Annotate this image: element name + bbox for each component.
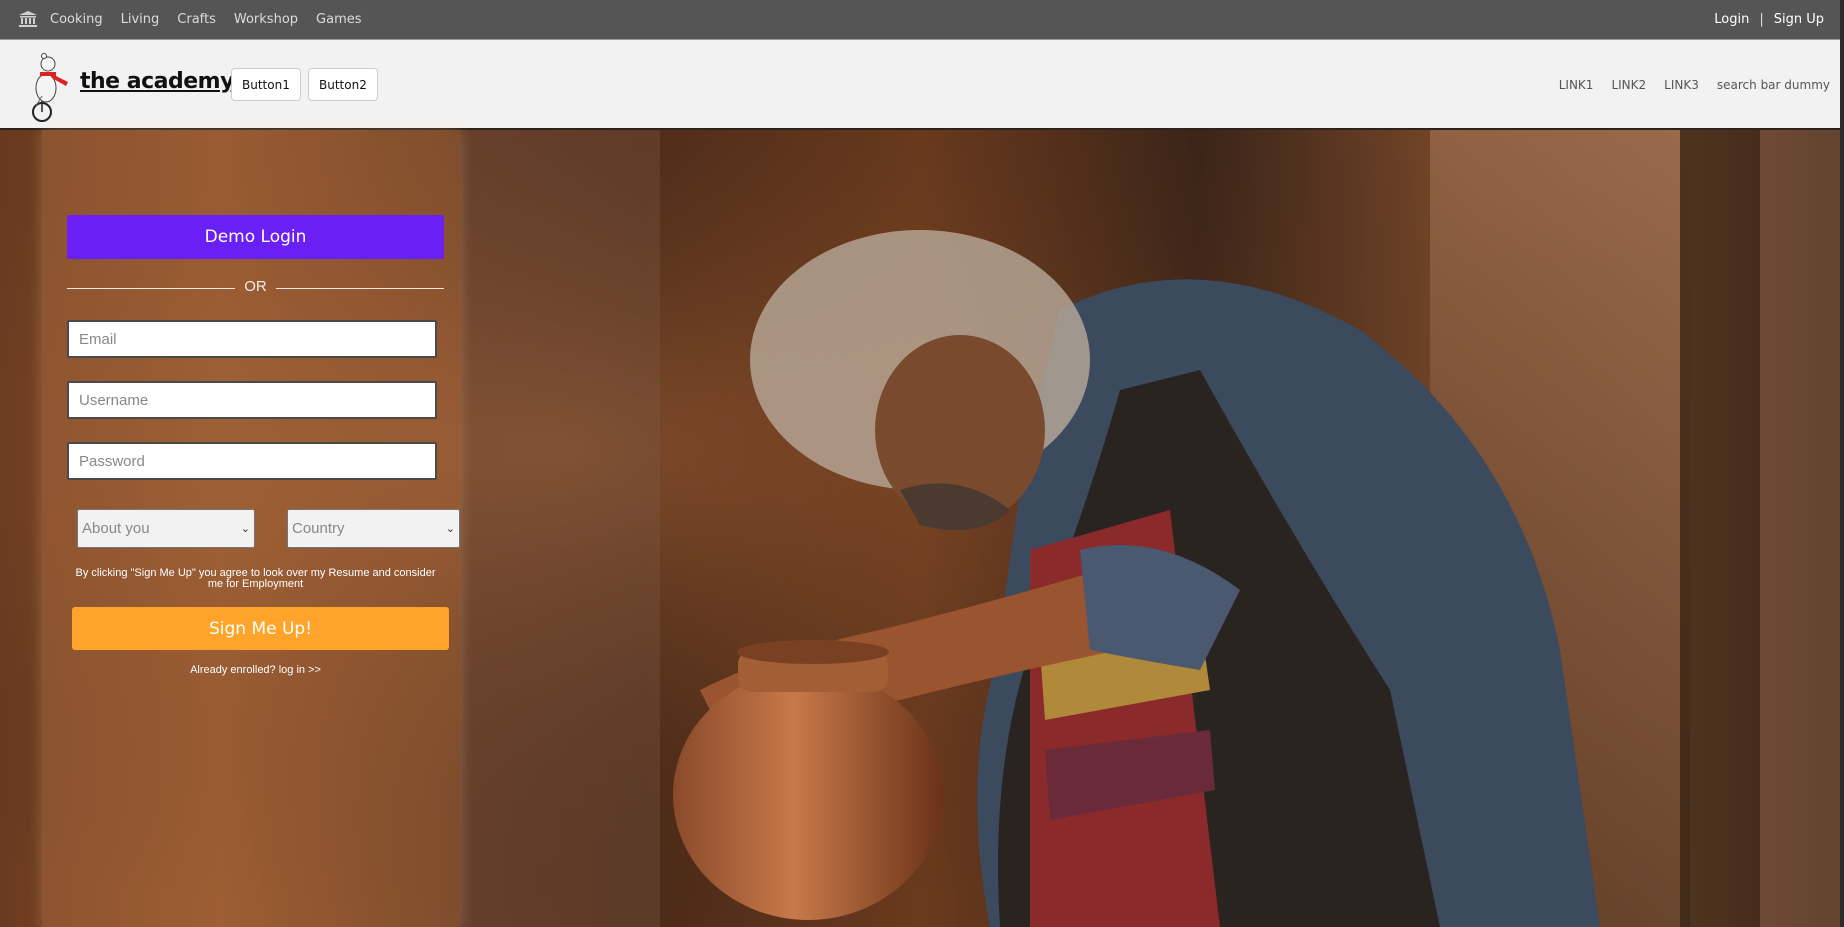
brand-title[interactable]: the academy [80, 69, 234, 94]
chevron-down-icon: ⌄ [240, 523, 250, 535]
login-link[interactable]: Login [1714, 12, 1749, 27]
page-scrollbar[interactable] [1840, 0, 1844, 927]
password-field[interactable]: Password [67, 442, 437, 480]
museum-icon[interactable] [18, 10, 38, 28]
sign-me-up-button[interactable]: Sign Me Up! [72, 607, 449, 650]
link1[interactable]: LINK1 [1559, 78, 1594, 92]
header-links: LINK1 LINK2 LINK3 search bar dummy [1541, 40, 1830, 130]
signup-panel: Demo Login OR Email Username Password Ab… [42, 130, 460, 927]
button2[interactable]: Button2 [308, 68, 378, 101]
nav-crafts[interactable]: Crafts [177, 12, 216, 27]
country-value: Country [292, 520, 345, 537]
already-enrolled-link[interactable]: Already enrolled? log in >> [67, 664, 444, 676]
email-field[interactable]: Email [67, 320, 437, 358]
search-bar[interactable]: search bar dummy [1717, 78, 1830, 92]
nav-games[interactable]: Games [316, 12, 361, 27]
link3[interactable]: LINK3 [1664, 78, 1699, 92]
or-divider: OR [67, 278, 444, 298]
link2[interactable]: LINK2 [1611, 78, 1646, 92]
category-nav: Cooking Living Crafts Workshop Games [50, 0, 380, 39]
chevron-down-icon: ⌄ [445, 523, 455, 535]
country-select[interactable]: Country ⌄ [287, 509, 460, 548]
unicycle-bear-logo[interactable] [22, 48, 78, 124]
nav-workshop[interactable]: Workshop [234, 12, 298, 27]
button1[interactable]: Button1 [231, 68, 301, 101]
auth-links: Login | Sign Up [1714, 0, 1824, 39]
auth-separator: | [1759, 12, 1764, 27]
site-header: the academy Button1 Button2 LINK1 LINK2 … [0, 39, 1844, 129]
demo-login-button[interactable]: Demo Login [67, 215, 444, 259]
username-field[interactable]: Username [67, 381, 437, 419]
or-label: OR [244, 278, 267, 295]
signup-link[interactable]: Sign Up [1774, 12, 1824, 27]
divider-line-right [276, 288, 444, 289]
about-you-select[interactable]: About you ⌄ [77, 509, 255, 548]
terms-text: By clicking "Sign Me Up" you agree to lo… [75, 567, 436, 590]
nav-cooking[interactable]: Cooking [50, 12, 103, 27]
nav-living[interactable]: Living [121, 12, 160, 27]
top-nav-bar: Cooking Living Crafts Workshop Games Log… [0, 0, 1844, 39]
about-you-value: About you [82, 520, 150, 537]
